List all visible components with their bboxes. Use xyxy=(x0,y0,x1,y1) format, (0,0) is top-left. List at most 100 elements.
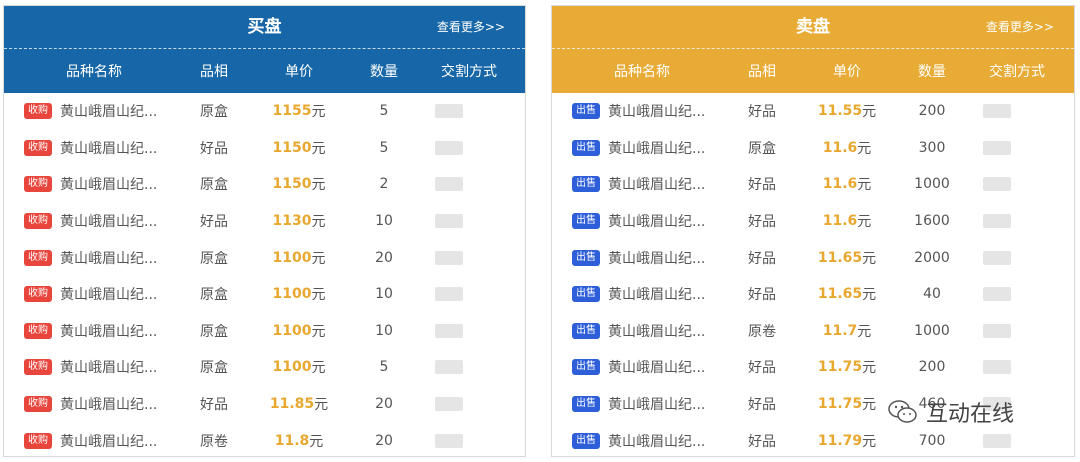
row-product-name[interactable]: 黄山峨眉山纪... xyxy=(608,321,705,341)
row-price-value: 11.65 xyxy=(817,286,863,303)
row-delivery-method-redacted xyxy=(424,386,474,423)
row-product-name[interactable]: 黄山峨眉山纪... xyxy=(60,211,157,231)
row-product-name[interactable]: 黄山峨眉山纪... xyxy=(608,101,705,121)
redacted-block xyxy=(435,360,463,375)
row-delivery-method-redacted xyxy=(972,276,1022,313)
sell-tag-badge: 出售 xyxy=(572,396,600,413)
sell-table-row[interactable]: 出售 黄山峨眉山纪... 好品 11.65 元 40 xyxy=(552,276,1074,313)
row-quantity: 1600 xyxy=(914,213,950,230)
row-delivery-method-redacted xyxy=(424,349,474,386)
buy-table-row[interactable]: 收购 黄山峨眉山纪... 好品 1150 元 5 xyxy=(4,130,525,167)
wechat-icon xyxy=(888,400,917,423)
sell-table-row[interactable]: 出售 黄山峨眉山纪... 好品 11.75 元 200 xyxy=(552,349,1074,386)
watermark: 互动在线 xyxy=(888,394,1014,430)
row-delivery-method-redacted xyxy=(972,93,1022,130)
buy-table-row[interactable]: 收购 黄山峨眉山纪... 原卷 11.8 元 20 xyxy=(4,422,525,456)
row-price: 11.65 元 xyxy=(802,239,892,276)
sell-table-row[interactable]: 出售 黄山峨眉山纪... 原卷 11.7 元 1000 xyxy=(552,313,1074,350)
row-price-unit: 元 xyxy=(311,140,326,157)
sell-table-row[interactable]: 出售 黄山峨眉山纪... 好品 11.6 元 1000 xyxy=(552,166,1074,203)
sell-tag-badge: 出售 xyxy=(572,103,600,120)
row-price-unit: 元 xyxy=(857,140,872,157)
row-product-name[interactable]: 黄山峨眉山纪... xyxy=(608,174,705,194)
row-product-name[interactable]: 黄山峨眉山纪... xyxy=(60,174,157,194)
buy-tag-badge: 收购 xyxy=(24,396,52,413)
row-product-name[interactable]: 黄山峨眉山纪... xyxy=(608,211,705,231)
row-quality: 好品 xyxy=(748,250,776,267)
row-product-name[interactable]: 黄山峨眉山纪... xyxy=(60,394,157,414)
sell-table-row[interactable]: 出售 黄山峨眉山纪... 好品 11.6 元 1600 xyxy=(552,203,1074,240)
redacted-block xyxy=(983,360,1011,375)
sell-table-row[interactable]: 出售 黄山峨眉山纪... 好品 11.65 元 2000 xyxy=(552,239,1074,276)
row-product-name[interactable]: 黄山峨眉山纪... xyxy=(608,431,705,451)
row-price: 1100 元 xyxy=(254,313,344,350)
sell-tag-badge: 出售 xyxy=(572,359,600,376)
row-product-name[interactable]: 黄山峨眉山纪... xyxy=(60,248,157,268)
buy-table-row[interactable]: 收购 黄山峨眉山纪... 原盒 1100 元 10 xyxy=(4,276,525,313)
row-delivery-method-redacted xyxy=(424,239,474,276)
buy-table-row[interactable]: 收购 黄山峨眉山纪... 好品 1130 元 10 xyxy=(4,203,525,240)
row-quantity: 20 xyxy=(375,432,393,449)
row-name-cell: 收购 黄山峨眉山纪... xyxy=(24,422,184,456)
row-name-cell: 出售 黄山峨眉山纪... xyxy=(572,313,732,350)
row-product-name[interactable]: 黄山峨眉山纪... xyxy=(60,357,157,377)
row-price-unit: 元 xyxy=(311,214,326,231)
redacted-block xyxy=(435,214,463,229)
row-product-name[interactable]: 黄山峨眉山纪... xyxy=(608,284,705,304)
row-price: 1150 元 xyxy=(254,166,344,203)
buy-table-row[interactable]: 收购 黄山峨眉山纪... 原盒 1100 元 20 xyxy=(4,239,525,276)
buy-table-row[interactable]: 收购 黄山峨眉山纪... 原盒 1155 元 5 xyxy=(4,93,525,130)
redacted-block xyxy=(435,323,463,338)
row-product-name[interactable]: 黄山峨眉山纪... xyxy=(60,138,157,158)
row-delivery-method-redacted xyxy=(424,166,474,203)
row-price-value: 1100 xyxy=(272,249,312,266)
row-product-name[interactable]: 黄山峨眉山纪... xyxy=(60,321,157,341)
row-delivery-method-redacted xyxy=(972,166,1022,203)
buy-tag-badge: 收购 xyxy=(24,432,52,449)
row-quality: 好品 xyxy=(748,287,776,304)
row-quality: 原卷 xyxy=(748,323,776,340)
row-name-cell: 出售 黄山峨眉山纪... xyxy=(572,93,732,130)
row-price: 11.75 元 xyxy=(802,386,892,423)
sell-table-row[interactable]: 出售 黄山峨眉山纪... 好品 11.55 元 200 xyxy=(552,93,1074,130)
row-product-name[interactable]: 黄山峨眉山纪... xyxy=(608,138,705,158)
row-name-cell: 出售 黄山峨眉山纪... xyxy=(572,386,732,423)
sell-view-more-link[interactable]: 查看更多>> xyxy=(986,6,1054,48)
sell-panel: 卖盘 查看更多>> 品种名称 品相 单价 数量 交割方式 出售 黄山峨眉山纪...… xyxy=(551,5,1075,457)
buy-rows: 收购 黄山峨眉山纪... 原盒 1155 元 5 收购 黄山峨眉山纪... 好品 1150 元 5 收购… xyxy=(4,93,525,456)
buy-table-row[interactable]: 收购 黄山峨眉山纪... 原盒 1100 元 10 xyxy=(4,313,525,350)
row-quality: 好品 xyxy=(748,104,776,121)
row-product-name[interactable]: 黄山峨眉山纪... xyxy=(60,101,157,121)
row-quantity: 2 xyxy=(379,176,389,193)
row-price-unit: 元 xyxy=(311,323,326,340)
row-price-value: 11.7 xyxy=(822,322,858,339)
row-price: 11.6 元 xyxy=(802,166,892,203)
row-price-value: 11.6 xyxy=(822,213,858,230)
buy-table-row[interactable]: 收购 黄山峨眉山纪... 原盒 1100 元 5 xyxy=(4,349,525,386)
row-price: 1150 元 xyxy=(254,130,344,167)
sell-table-row[interactable]: 出售 黄山峨眉山纪... 原盒 11.6 元 300 xyxy=(552,130,1074,167)
row-delivery-method-redacted xyxy=(424,130,474,167)
buy-view-more-link[interactable]: 查看更多>> xyxy=(437,6,505,48)
buy-table-row[interactable]: 收购 黄山峨眉山纪... 好品 11.85 元 20 xyxy=(4,386,525,423)
redacted-block xyxy=(983,433,1011,448)
row-product-name[interactable]: 黄山峨眉山纪... xyxy=(60,284,157,304)
row-product-name[interactable]: 黄山峨眉山纪... xyxy=(60,431,157,451)
row-price-value: 1130 xyxy=(272,213,312,230)
row-price-unit: 元 xyxy=(309,433,324,450)
buy-table-row[interactable]: 收购 黄山峨眉山纪... 原盒 1150 元 2 xyxy=(4,166,525,203)
row-product-name[interactable]: 黄山峨眉山纪... xyxy=(608,248,705,268)
row-product-name[interactable]: 黄山峨眉山纪... xyxy=(608,357,705,377)
redacted-block xyxy=(983,140,1011,155)
row-product-name[interactable]: 黄山峨眉山纪... xyxy=(608,394,705,414)
row-quality: 原盒 xyxy=(748,140,776,157)
row-name-cell: 收购 黄山峨眉山纪... xyxy=(24,239,184,276)
row-price-value: 11.85 xyxy=(269,396,315,413)
row-name-cell: 收购 黄山峨眉山纪... xyxy=(24,166,184,203)
row-price: 11.6 元 xyxy=(802,203,892,240)
row-price-value: 1100 xyxy=(272,286,312,303)
sell-tag-badge: 出售 xyxy=(572,176,600,193)
watermark-text: 互动在线 xyxy=(926,402,1015,427)
row-name-cell: 收购 黄山峨眉山纪... xyxy=(24,203,184,240)
row-price-unit: 元 xyxy=(862,433,877,450)
